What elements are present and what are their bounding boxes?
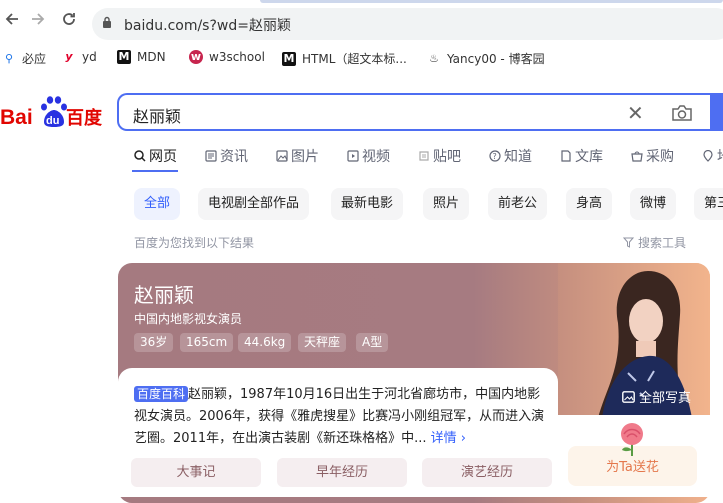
tab-tieba[interactable]: 贴吧 — [418, 146, 461, 166]
clear-icon[interactable]: ✕ — [627, 101, 644, 125]
tab-label: 地 — [717, 146, 723, 166]
back-arrow-icon[interactable] — [4, 11, 20, 32]
browser-toolbar: baidu.com/s?wd=赵丽颖 — [0, 0, 723, 45]
chip-all[interactable]: 全部 — [134, 188, 181, 220]
search-icon: ⚲ — [4, 51, 14, 65]
bookmark-bing[interactable]: ⚲ 必应 — [2, 50, 46, 67]
tab-label: 文库 — [575, 149, 603, 165]
bookmark-label: w3school — [209, 50, 265, 64]
tag-weight: 44.6kg — [238, 333, 292, 352]
lock-icon — [103, 16, 111, 28]
tag-zodiac: 天秤座 — [298, 333, 347, 352]
active-tab-indicator — [132, 170, 178, 172]
bookmarks-bar: ⚲ 必应 y yd M MDN w w3school M HTML（超文本标..… — [0, 46, 723, 72]
image-icon — [276, 150, 288, 162]
camera-icon[interactable] — [671, 104, 693, 122]
tab-label: 知道 — [504, 149, 532, 165]
tag-height: 165cm — [180, 333, 234, 352]
chip-third[interactable]: 第三 — [694, 188, 723, 220]
baidu-logo[interactable]: Bai du 百度 — [0, 96, 104, 130]
bookmark-label: MDN — [137, 50, 166, 64]
video-icon — [347, 150, 359, 162]
cart-icon — [631, 151, 643, 162]
filter-icon — [623, 237, 634, 248]
cnblogs-icon: ♨ — [429, 51, 439, 65]
search-query[interactable]: 赵丽颖 — [133, 103, 181, 127]
chip-tv-works[interactable]: 电视剧全部作品 — [198, 188, 310, 220]
bookmark-cnblogs[interactable]: ♨ Yancy00 - 博客园 — [427, 50, 545, 67]
forward-arrow-icon[interactable] — [30, 11, 46, 32]
bookmark-label: yd — [82, 50, 97, 64]
acting-career-button[interactable]: 演艺经历 — [422, 458, 552, 487]
tab-web[interactable]: 网页 — [134, 146, 177, 166]
all-photos-label: 全部写真 — [639, 391, 692, 406]
tab-map[interactable]: 地 — [702, 146, 723, 166]
reload-icon[interactable] — [61, 11, 77, 32]
svg-text:du: du — [46, 115, 59, 127]
chip-ex-husband[interactable]: 前老公 — [488, 188, 548, 220]
search-tools-button[interactable]: 搜索工具 — [623, 234, 686, 251]
tag-age: 36岁 — [134, 333, 174, 352]
person-subtitle: 中国内地影视女演员 — [134, 312, 243, 326]
chip-height[interactable]: 身高 — [566, 188, 613, 220]
bookmark-w3school[interactable]: w w3school — [189, 50, 265, 64]
svg-text:Bai: Bai — [0, 106, 33, 129]
tab-news[interactable]: 资讯 — [205, 146, 248, 166]
chip-photos[interactable]: 照片 — [423, 188, 470, 220]
tab-label: 贴吧 — [433, 149, 461, 165]
tieba-icon — [419, 151, 429, 161]
map-icon — [703, 150, 713, 162]
tab-label: 视频 — [362, 149, 390, 165]
yd-icon: y — [65, 50, 73, 63]
url-text: baidu.com/s?wd=赵丽颖 — [124, 18, 291, 34]
early-career-button[interactable]: 早年经历 — [277, 458, 407, 487]
bookmark-html[interactable]: M HTML（超文本标... — [282, 50, 407, 67]
baike-badge[interactable]: 百度百科 — [134, 386, 189, 402]
results-count-text: 百度为您找到以下结果 — [134, 236, 255, 250]
person-name[interactable]: 赵丽颖 — [134, 279, 194, 308]
svg-text:?: ? — [493, 152, 497, 161]
tag-blood-type: A型 — [356, 333, 389, 352]
tab-label: 资讯 — [220, 149, 248, 165]
tab-label: 采购 — [646, 149, 674, 165]
bio-text: 赵丽颖，1987年10月16日出生于河北省廊坊市，中国内地影视女演员。2006年… — [134, 387, 545, 446]
photo-icon — [622, 390, 635, 403]
timeline-button[interactable]: 大事记 — [131, 458, 261, 487]
bookmark-label: 必应 — [22, 52, 47, 66]
svg-text:百度: 百度 — [66, 107, 103, 129]
search-tools-label: 搜索工具 — [638, 236, 687, 250]
bookmark-mdn[interactable]: M MDN — [117, 50, 166, 64]
rose-icon — [621, 423, 643, 456]
question-icon: ? — [489, 150, 501, 162]
tab-strip-edge — [260, 0, 723, 3]
search-icon — [134, 150, 146, 162]
tab-label: 图片 — [291, 149, 319, 165]
bookmark-label: HTML（超文本标... — [302, 52, 407, 66]
tab-zhidao[interactable]: ? 知道 — [489, 146, 532, 166]
search-button[interactable] — [710, 93, 723, 131]
all-photos-button[interactable]: 全部写真 — [622, 387, 691, 406]
address-bar[interactable]: baidu.com/s?wd=赵丽颖 — [92, 8, 723, 40]
chip-weibo[interactable]: 微博 — [630, 188, 677, 220]
tab-images[interactable]: 图片 — [276, 146, 319, 166]
tab-purchase[interactable]: 采购 — [631, 146, 674, 166]
search-input[interactable]: 赵丽颖 ✕ — [117, 93, 712, 131]
tab-wenku[interactable]: 文库 — [560, 146, 603, 166]
description-text: 百度百科 赵丽颖，1987年10月16日出生于河北省廊坊市，中国内地影视女演员。2… — [134, 384, 546, 450]
tab-label: 网页 — [149, 149, 177, 165]
tab-video[interactable]: 视频 — [347, 146, 390, 166]
news-icon — [205, 150, 217, 162]
mdn-icon: M — [117, 50, 131, 64]
mdn-icon: M — [282, 51, 296, 66]
chip-new-movies[interactable]: 最新电影 — [331, 188, 404, 220]
more-link[interactable]: 详情 › — [431, 431, 466, 446]
bookmark-yd[interactable]: y yd — [62, 50, 97, 64]
doc-icon — [561, 150, 571, 162]
bookmark-label: Yancy00 - 博客园 — [447, 52, 545, 66]
w3school-icon: w — [189, 50, 203, 64]
